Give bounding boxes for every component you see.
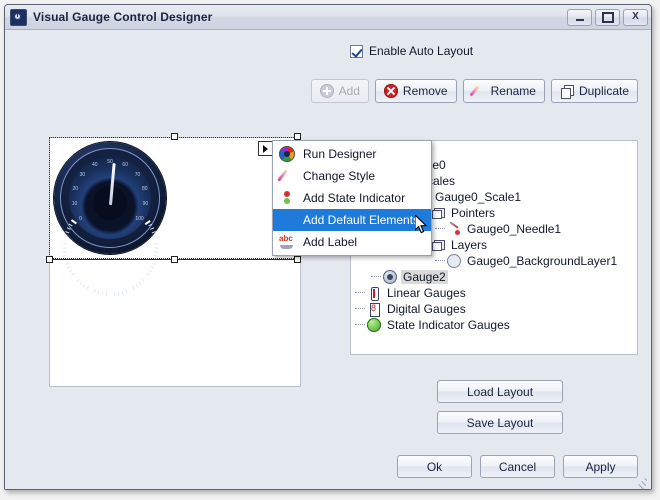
menu-item-change-style[interactable]: Change Style (273, 165, 431, 187)
paintbrush-icon (279, 168, 295, 184)
linear-gauge-icon (367, 286, 381, 301)
gauge-toolbar: Add Remove Rename Duplicate (310, 79, 638, 103)
tree-node-state-indicator-gauges[interactable]: State Indicator Gauges (351, 317, 637, 333)
dialog-body: Enable Auto Layout Add Remove Rename Dup… (5, 30, 651, 489)
copy-icon (560, 84, 574, 99)
load-layout-button[interactable]: Load Layout (437, 380, 563, 403)
menu-item-label: Add Default Elements (303, 213, 420, 227)
enable-auto-layout-checkbox[interactable] (350, 44, 363, 58)
duplicate-button[interactable]: Duplicate (550, 79, 638, 103)
tree-node-gauge2[interactable]: Gauge2 (351, 269, 637, 285)
tree-node-label: Gauge0_BackgroundLayer1 (467, 254, 618, 268)
tree-node-label: State Indicator Gauges (387, 318, 510, 332)
gauge-icon (383, 270, 397, 284)
rename-button[interactable]: Rename (462, 79, 545, 103)
tree-node-label: Digital Gauges (387, 302, 466, 316)
close-button[interactable]: X (623, 8, 648, 26)
tree-connector (435, 228, 445, 230)
rename-button-label: Rename (490, 84, 536, 98)
menu-item-add-label[interactable]: abc Add Label (273, 231, 431, 253)
tree-node-digital-gauges[interactable]: Digital Gauges (351, 301, 637, 317)
tree-connector (355, 292, 365, 294)
remove-button[interactable]: Remove (374, 79, 457, 103)
abc-label-icon: abc (279, 234, 295, 250)
digital-gauge-icon (367, 302, 381, 317)
tree-node-label: Gauge0_Needle1 (467, 222, 562, 236)
menu-item-label: Add State Indicator (303, 191, 406, 205)
tree-connector (355, 324, 365, 326)
resize-handle-top-right[interactable] (294, 133, 301, 140)
collection-icon (431, 206, 445, 220)
traffic-light-icon (279, 190, 295, 206)
dialog-footer: Ok Cancel Apply (397, 455, 638, 478)
enable-auto-layout-row[interactable]: Enable Auto Layout (350, 44, 473, 58)
menu-item-add-state-indicator[interactable]: Add State Indicator (273, 187, 431, 209)
maximize-button[interactable] (595, 8, 620, 26)
minimize-button[interactable] (567, 8, 592, 26)
tree-node-label: Linear Gauges (387, 286, 466, 300)
resize-grip[interactable] (636, 476, 648, 489)
menu-item-run-designer[interactable]: Run Designer (273, 143, 431, 165)
add-button[interactable]: Add (310, 79, 369, 103)
smart-tag-button[interactable] (258, 141, 273, 156)
tree-node-label: Gauge0_Scale1 (435, 190, 522, 204)
enable-auto-layout-label: Enable Auto Layout (369, 44, 474, 58)
menu-item-label: Run Designer (303, 147, 377, 161)
window-controls: X (567, 8, 648, 26)
tree-node-label: Pointers (451, 206, 496, 220)
add-circle-icon (319, 84, 334, 98)
ok-button[interactable]: Ok (397, 455, 472, 478)
gauge-app-icon (10, 8, 27, 26)
tree-node-linear-gauges[interactable]: Linear Gauges (351, 285, 637, 301)
none (279, 212, 295, 228)
tree-node-label: Gauge2 (401, 270, 448, 284)
layer-icon (447, 254, 461, 268)
resize-handle-bottom-right[interactable] (294, 256, 301, 263)
state-indicator-icon (367, 318, 381, 332)
title-bar: Visual Gauge Control Designer X (5, 5, 651, 30)
color-gauge-icon (279, 146, 295, 162)
add-button-label: Add (338, 84, 360, 98)
menu-item-label: Add Label (303, 235, 358, 249)
remove-circle-icon (383, 84, 398, 98)
resize-handle-bottom-left[interactable] (46, 256, 53, 263)
desktop-background: Visual Gauge Control Designer X Enable A… (0, 0, 660, 500)
menu-item-label: Change Style (303, 169, 376, 183)
tree-connector (435, 260, 445, 262)
menu-item-add-default-elements[interactable]: Add Default Elements (273, 209, 431, 231)
needle-icon (447, 222, 461, 236)
remove-button-label: Remove (402, 84, 448, 98)
resize-handle-bottom-middle[interactable] (171, 256, 178, 263)
collection-icon (431, 238, 445, 252)
pencil-icon (472, 84, 486, 98)
gauge-designer-dialog: Visual Gauge Control Designer X Enable A… (4, 4, 652, 490)
tree-connector (371, 276, 381, 278)
cancel-button[interactable]: Cancel (480, 455, 555, 478)
layout-actions: Load Layout Save Layout (437, 380, 563, 434)
duplicate-button-label: Duplicate (578, 84, 629, 98)
apply-button[interactable]: Apply (563, 455, 638, 478)
gauge-context-menu[interactable]: Run Designer Change Style Add State Indica… (272, 140, 432, 256)
tree-connector (355, 308, 365, 310)
window-title: Visual Gauge Control Designer (33, 10, 213, 24)
resize-handle-top-middle[interactable] (171, 133, 178, 140)
save-layout-button[interactable]: Save Layout (437, 411, 563, 434)
tree-node-label: Layers (451, 238, 488, 252)
